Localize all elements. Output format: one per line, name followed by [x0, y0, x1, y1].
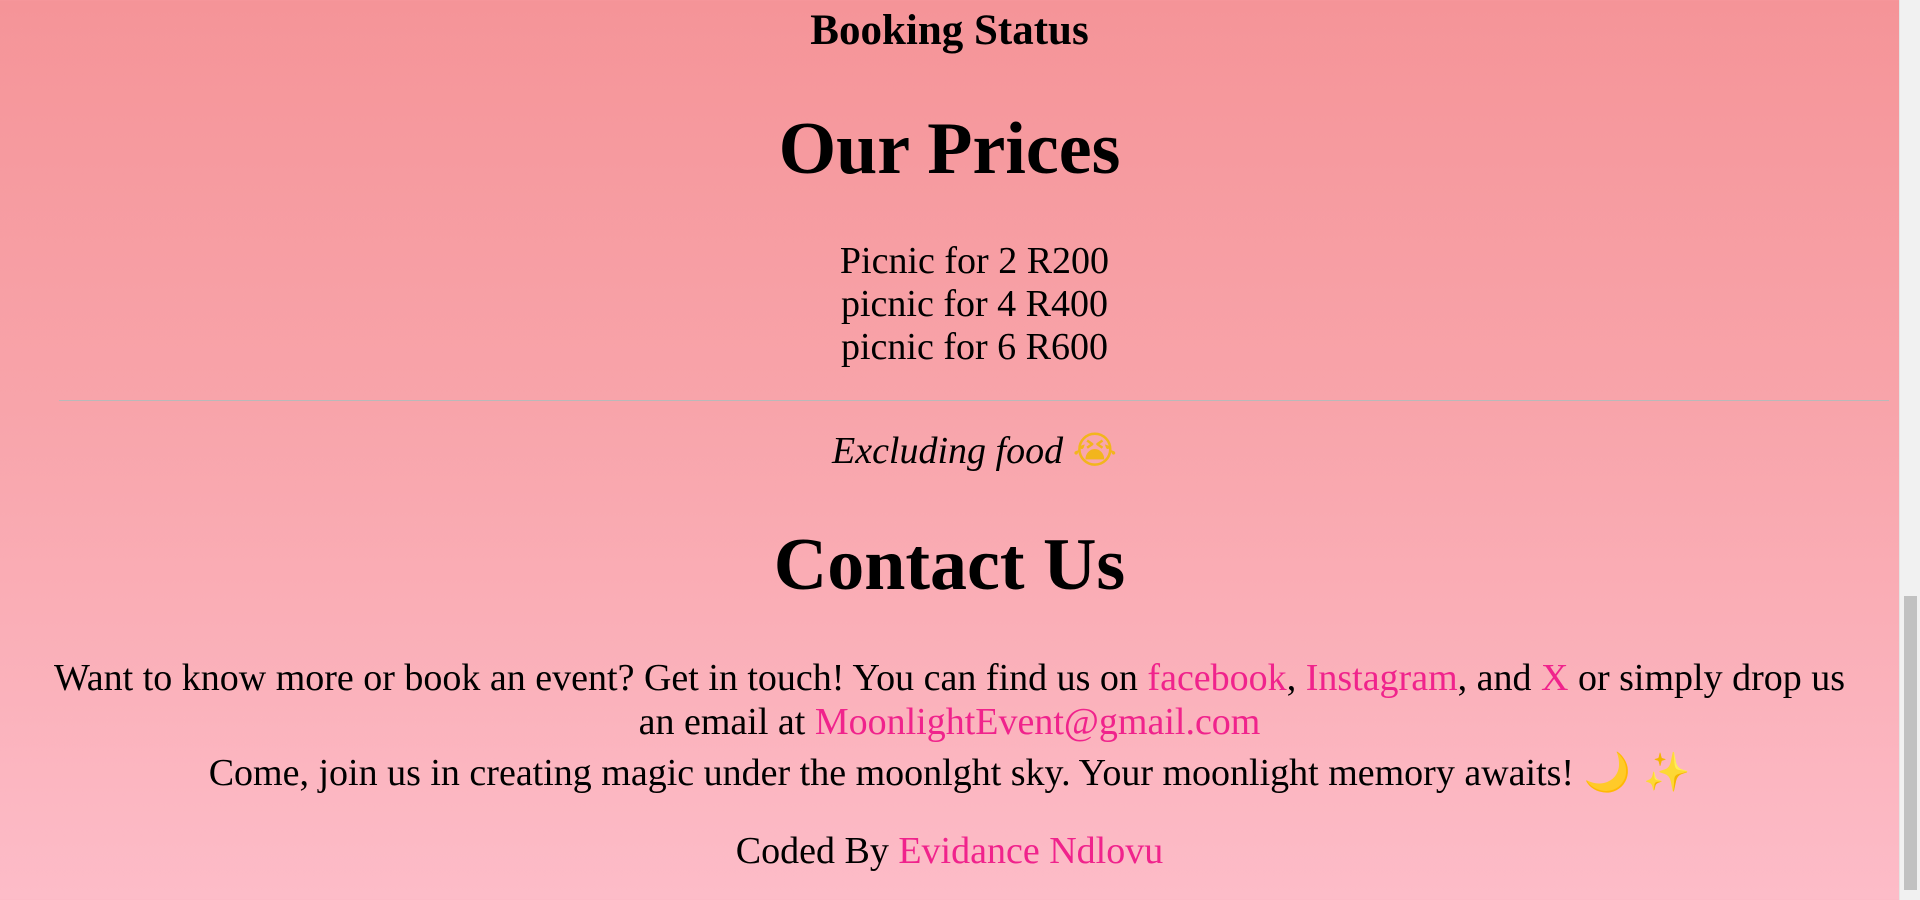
price-list: Picnic for 2 R200 picnic for 4 R400 picn…	[0, 240, 1920, 369]
email-link[interactable]: MoonlightEvent@gmail.com	[815, 701, 1261, 743]
facebook-link[interactable]: facebook	[1147, 657, 1286, 699]
excluding-food-note: Excluding food 😭	[0, 426, 1920, 475]
contact-heading: Contact Us	[773, 524, 1126, 606]
price-item-6: picnic for 6 R600	[840, 326, 1108, 368]
moon-sparkles-icon: 🌙 ✨	[1583, 750, 1691, 794]
booking-status-heading: Booking Status	[810, 7, 1089, 54]
footer-credit: Coded By Evidance Ndlovu	[0, 827, 1899, 875]
contact-paragraph: Want to know more or book an event? Get …	[38, 656, 1861, 744]
instagram-link[interactable]: Instagram	[1306, 657, 1458, 699]
divider	[59, 400, 1889, 401]
contact-separator: , and	[1457, 657, 1542, 699]
contact-intro-text: Want to know more or book an event? Get …	[53, 657, 1148, 699]
page: Booking Status Our Prices Picnic for 2 R…	[0, 0, 1899, 900]
prices-heading: Our Prices	[778, 108, 1121, 190]
x-link[interactable]: X	[1541, 657, 1568, 699]
contact-separator: ,	[1286, 657, 1306, 699]
vertical-scrollbar[interactable]	[1899, 0, 1920, 900]
scrollbar-thumb[interactable]	[1904, 596, 1917, 890]
price-item-4: picnic for 4 R400	[840, 283, 1108, 325]
credit-prefix: Coded By	[735, 830, 899, 872]
author-link[interactable]: Evidance Ndlovu	[898, 830, 1163, 872]
excluding-food-text: Excluding food	[831, 430, 1064, 472]
crying-face-icon: 😭	[1072, 428, 1118, 472]
price-item-2: Picnic for 2 R200	[839, 240, 1110, 282]
tagline: Come, join us in creating magic under th…	[0, 748, 1899, 797]
tagline-text: Come, join us in creating magic under th…	[208, 752, 1584, 794]
